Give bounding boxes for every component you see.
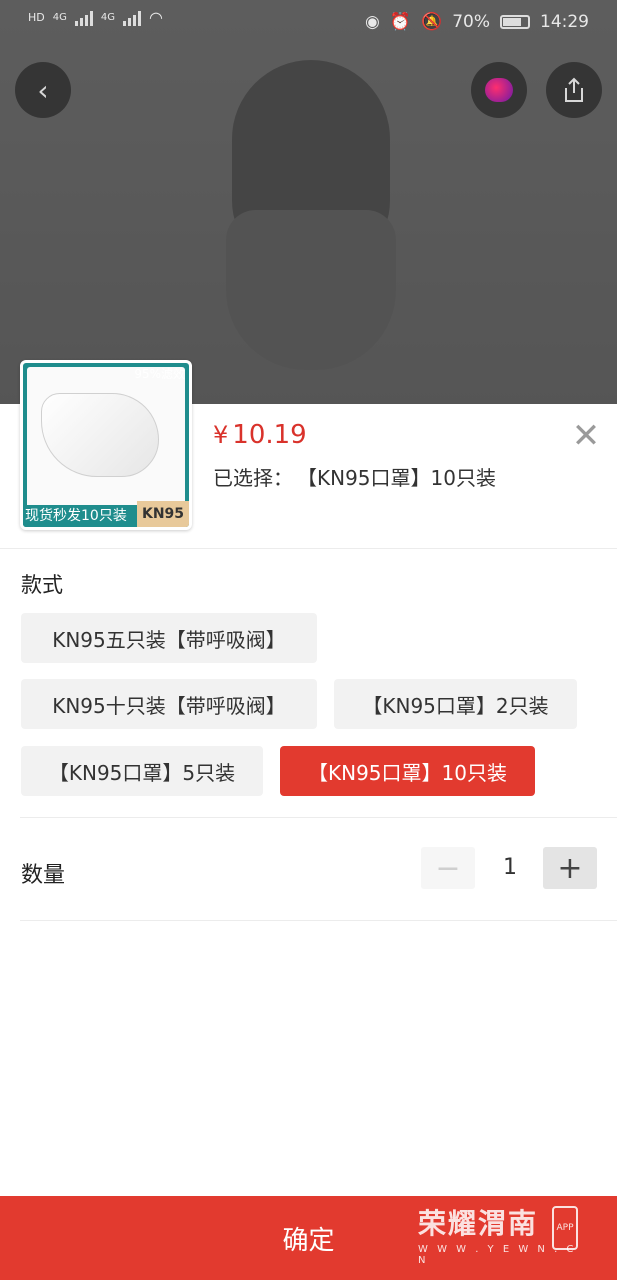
heart-icon [485,78,513,102]
close-button[interactable]: ✕ [568,418,604,454]
network-type-2: 4G [100,12,115,23]
filter-efficiency-badge: 95%滤效 [134,367,185,381]
stock-badge: 现货秒发10只装 [23,505,137,527]
favorite-button[interactable] [471,62,527,118]
phone-app-icon: APP [552,1206,578,1250]
wifi-icon: ◠ [149,8,163,27]
network-type-1: 4G [52,12,67,23]
battery-percent: 70% [452,12,490,32]
selected-value: 【KN95口罩】10只装 [307,466,496,490]
quantity-label: 数量 [21,863,66,888]
signal-icon [74,10,93,26]
divider [0,548,617,549]
quantity-value[interactable]: 1 [490,855,530,880]
style-option-selected[interactable]: 【KN95口罩】10只装 [280,746,535,796]
signal-icon [123,10,141,26]
status-bar: HD 4G 4G ◠ ◉ ⏰ 🔕 70% 14:29 [0,0,617,44]
quantity-increase-button[interactable]: + [543,847,597,889]
price-value: 10.19 [232,420,307,450]
selected-label: 已选择： [213,466,293,490]
quantity-decrease-button[interactable]: − [421,847,475,889]
price: ¥10.19 [213,420,307,450]
sku-selector-sheet [0,404,617,1280]
currency-symbol: ¥ [213,421,229,449]
hd-indicator: HD [28,11,45,24]
mute-icon: 🔕 [421,12,443,32]
dim-overlay[interactable] [0,0,617,404]
style-option[interactable]: 【KN95口罩】2只装 [334,679,577,729]
battery-icon [500,15,530,29]
close-icon: ✕ [571,416,601,456]
confirm-label: 确定 [282,1225,335,1256]
product-image-backdrop: HD 4G 4G ◠ ◉ ⏰ 🔕 70% 14:29 ‹ [0,0,617,404]
watermark-logo: 荣耀渭南 W W W . Y E W N . C N APP [418,1202,588,1266]
back-button[interactable]: ‹ [15,62,71,118]
divider [20,817,617,818]
style-option[interactable]: 【KN95口罩】5只装 [21,746,263,796]
watermark-app: APP [556,1223,574,1233]
share-icon [565,77,583,102]
kn95-badge: KN95 [137,501,189,527]
eye-icon: ◉ [365,12,380,32]
selected-sku: 已选择： 【KN95口罩】10只装 [213,462,496,491]
style-section-label: 款式 [21,573,63,597]
minus-icon: − [435,850,461,886]
alarm-icon: ⏰ [389,12,412,32]
divider [20,920,617,921]
chevron-left-icon: ‹ [37,73,49,107]
plus-icon: + [557,850,583,886]
share-button[interactable] [546,62,602,118]
clock: 14:29 [540,12,589,32]
style-option[interactable]: KN95十只装【带呼吸阀】 [21,679,317,729]
product-thumbnail: 95%滤效 现货秒发10只装 KN95 [20,360,192,530]
style-option[interactable]: KN95五只装【带呼吸阀】 [21,613,317,663]
